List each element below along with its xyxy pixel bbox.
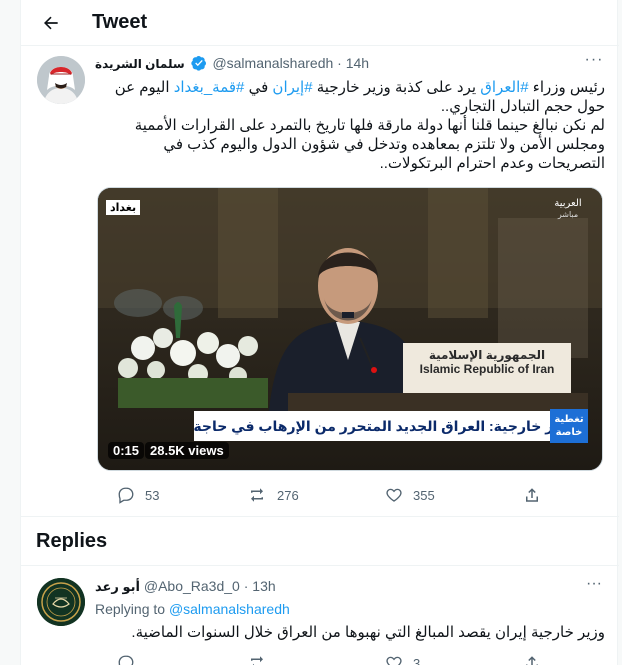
special-coverage-badge: تغطية خاصة (550, 409, 588, 443)
ellipsis-icon: ··· (586, 575, 602, 592)
retweet-count: 276 (277, 487, 299, 503)
text-run: رئيس وزراء (528, 79, 605, 96)
reply-count: 53 (145, 487, 160, 503)
text-run: في (244, 79, 273, 96)
replies-header: Replies (21, 517, 619, 566)
reply-handle[interactable]: @Abo_Ra3d_0 (144, 578, 240, 594)
verified-badge-icon (190, 56, 206, 71)
reply-tweet[interactable]: أبو رعد @Abo_Ra3d_0 · 13h ··· Replying t… (21, 566, 619, 665)
reply-icon (118, 655, 134, 665)
reply-more-options-button[interactable]: ··· (583, 575, 605, 594)
author-handle[interactable]: @salmanalsharedh (212, 55, 333, 71)
reply-share-button[interactable] (523, 652, 551, 665)
meta-separator: · (337, 55, 346, 71)
tweet-text: رئيس وزراء #العراق يرد على كذبة وزير خار… (95, 78, 605, 173)
arrow-left-icon (44, 16, 58, 30)
podium-sign: الجمهورية الإسلامية Islamic Republic of … (404, 348, 570, 376)
tweet-meta: سلمان الشريدة @salmanalsharedh · 14h (95, 55, 605, 75)
channel-logo: العربية مباشر (548, 198, 588, 220)
tweet-actions: 53 276 355 (95, 484, 605, 506)
reply-avatar[interactable] (37, 578, 85, 626)
author-name[interactable]: سلمان الشريدة (95, 57, 185, 71)
tweet-time[interactable]: 14h (346, 55, 369, 71)
reply-actions: 3 (95, 652, 605, 665)
reply-icon (118, 487, 134, 504)
hashtag-link[interactable]: #قمة_بغداد (174, 79, 245, 96)
heart-icon (386, 656, 402, 665)
share-button[interactable] (523, 484, 551, 506)
reply-retweet-button[interactable] (247, 652, 277, 665)
hashtag-link[interactable]: #إيران (272, 79, 312, 96)
reply-like-button[interactable]: 3 (385, 652, 420, 665)
reply-author-name[interactable]: أبو رعد (95, 579, 140, 594)
text-run: اليوم عن (114, 79, 174, 96)
reply-reply-button[interactable] (117, 652, 145, 665)
tweet-text-line: ومجلس الأمن ولا تلتزم بمعاهده وتدخل في ش… (163, 136, 605, 153)
reply-like-count: 3 (413, 655, 421, 665)
main-tweet[interactable]: سلمان الشريدة @salmanalsharedh · 14h ···… (21, 46, 619, 517)
replying-label: Replying to (95, 601, 166, 617)
retweet-icon (251, 656, 263, 665)
like-button[interactable]: 355 (385, 484, 435, 506)
share-icon (526, 488, 538, 502)
tweet-text-line: رئيس وزراء #العراق يرد على كذبة وزير خار… (95, 78, 605, 97)
avatar-image (37, 56, 85, 104)
news-ticker: وزير خارجية: العراق الجديد المتحرر من ال… (194, 411, 586, 441)
video-time: 0:15 (108, 442, 145, 459)
podium-sign-english: Islamic Republic of Iran (419, 362, 555, 376)
reply-time[interactable]: 13h (252, 578, 275, 594)
timeline-column: Tweet سلمان الشريدة @salmanalsharedh · 1… (20, 0, 619, 665)
avatar[interactable] (37, 56, 85, 104)
hashtag-link[interactable]: #العراق (480, 79, 528, 96)
tweet-text-line: التصريحات وعدم احترام البرتكولات.. (379, 155, 605, 172)
more-options-button[interactable]: ··· (583, 51, 605, 70)
video-views: 28.5K views (145, 442, 229, 459)
page-header: Tweet (21, 0, 619, 46)
page-title: Tweet (92, 11, 148, 33)
channel-logo-text: العربية (554, 198, 582, 209)
retweet-icon (251, 488, 263, 502)
share-icon (526, 656, 538, 665)
like-count: 355 (413, 487, 435, 503)
replying-to-handle[interactable]: @salmanalsharedh (169, 601, 290, 617)
reply-text: وزير خارجية إيران يقصد المبالغ التي نهبو… (131, 624, 605, 641)
location-tag: بغداد (106, 200, 141, 215)
replies-title: Replies (36, 530, 108, 552)
heart-icon (386, 488, 402, 502)
meta-separator: · (243, 578, 253, 594)
channel-live-label: مباشر (557, 210, 579, 219)
text-run: يرد على كذبة وزير خارجية (312, 79, 481, 96)
back-button[interactable] (37, 9, 65, 37)
replying-to: Replying to @salmanalsharedh (95, 601, 290, 617)
reply-avatar-image (37, 578, 85, 626)
retweet-button[interactable]: 276 (247, 484, 299, 506)
tweet-text-line: لم نكن نبالغ حينما قلنا أنها دولة مارقة … (134, 117, 605, 134)
video-player[interactable]: الجمهورية الإسلامية Islamic Republic of … (97, 187, 603, 471)
reply-button[interactable]: 53 (117, 484, 159, 506)
tweet-text-line: حول حجم التبادل التجاري.. (440, 98, 605, 115)
podium-sign-arabic: الجمهورية الإسلامية (428, 348, 546, 362)
reply-meta: أبو رعد @Abo_Ra3d_0 · 13h (95, 578, 276, 595)
ellipsis-icon: ··· (584, 51, 604, 68)
